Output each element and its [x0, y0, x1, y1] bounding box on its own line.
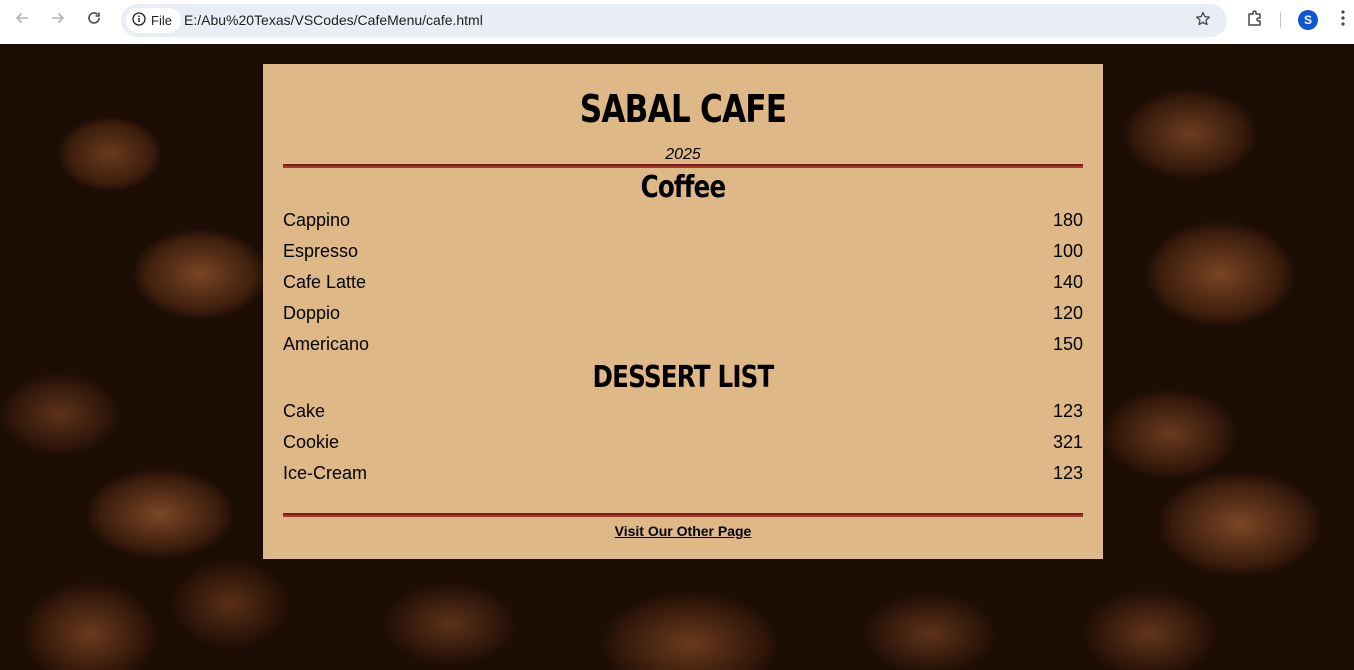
site-chip-label: File [151, 13, 172, 28]
item-price: 140 [1052, 271, 1083, 292]
cafe-title: SABAL CAFE [579, 87, 787, 131]
item-name: Cafe Latte [283, 271, 367, 292]
other-page-link[interactable]: Visit Our Other Page [263, 523, 1103, 539]
coffee-heading: Coffee [640, 170, 727, 205]
dessert-heading: DESSERT LIST [592, 360, 774, 395]
established-year: 2025 [665, 146, 701, 163]
toolbar-separator [1280, 12, 1281, 28]
menu-item: Americano 150 [283, 330, 1083, 358]
item-price: 123 [1052, 462, 1083, 483]
kebab-menu-icon [1341, 9, 1345, 31]
item-name: Doppio [283, 302, 341, 323]
info-icon [132, 12, 146, 29]
menu-item: Ice-Cream 123 [283, 459, 1083, 487]
bottom-divider [283, 513, 1083, 517]
star-icon [1195, 11, 1211, 32]
item-name: Americano [283, 333, 370, 354]
url-text[interactable]: E:/Abu%20Texas/VSCodes/CafeMenu/cafe.htm… [184, 12, 483, 28]
item-name: Cookie [283, 431, 340, 452]
menu-item: Doppio 120 [283, 299, 1083, 327]
back-arrow-icon [14, 10, 30, 31]
browser-toolbar: File E:/Abu%20Texas/VSCodes/CafeMenu/caf… [0, 0, 1354, 44]
browser-menu-button[interactable] [1334, 9, 1352, 31]
item-price: 100 [1052, 240, 1083, 261]
menu-item: Cake 123 [283, 397, 1083, 425]
item-price: 150 [1052, 333, 1083, 354]
menu-item: Cappino 180 [283, 206, 1083, 234]
address-bar[interactable]: File E:/Abu%20Texas/VSCodes/CafeMenu/caf… [121, 4, 1227, 37]
menu-card: SABAL CAFE 2025 Coffee Cappino 180 Espre… [263, 64, 1103, 559]
top-divider [283, 164, 1083, 168]
extensions-icon [1246, 9, 1264, 32]
menu-item: Cookie 321 [283, 428, 1083, 456]
item-price: 321 [1052, 431, 1083, 452]
extensions-button[interactable] [1243, 8, 1267, 32]
menu-item: Espresso 100 [283, 237, 1083, 265]
profile-avatar[interactable]: S [1298, 10, 1318, 30]
item-name: Ice-Cream [283, 462, 368, 483]
item-price: 120 [1052, 302, 1083, 323]
back-button[interactable] [8, 8, 36, 32]
item-name: Espresso [283, 240, 359, 261]
item-price: 180 [1052, 209, 1083, 230]
item-price: 123 [1052, 400, 1083, 421]
forward-button[interactable] [44, 8, 72, 32]
item-name: Cappino [283, 209, 351, 230]
menu-item: Cafe Latte 140 [283, 268, 1083, 296]
site-info-chip[interactable]: File [126, 8, 181, 33]
bookmark-button[interactable] [1192, 10, 1214, 32]
reload-button[interactable] [80, 8, 108, 32]
reload-icon [86, 10, 102, 31]
item-name: Cake [283, 400, 326, 421]
forward-arrow-icon [50, 10, 66, 31]
